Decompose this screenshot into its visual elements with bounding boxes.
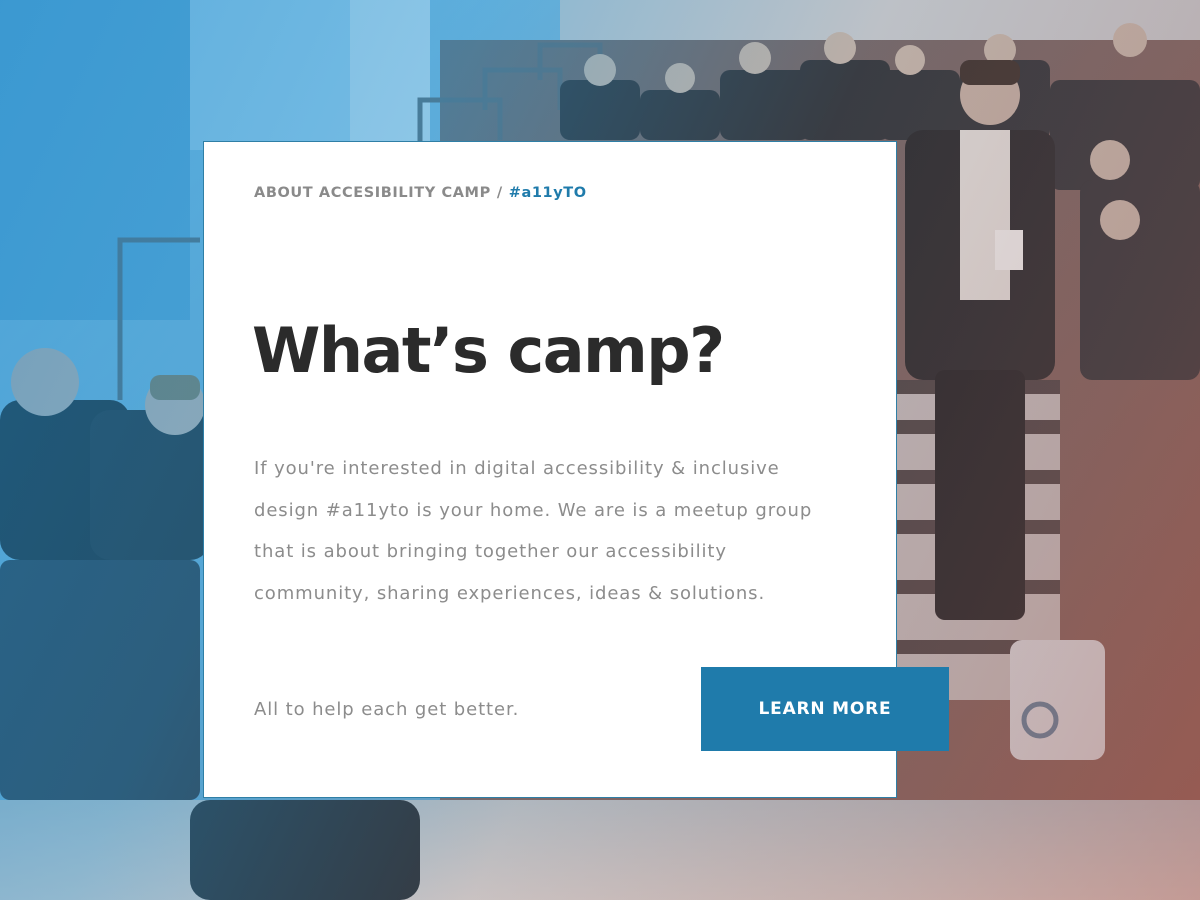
learn-more-button[interactable]: LEARN MORE — [701, 667, 949, 751]
page-title: What’s camp? — [252, 314, 725, 387]
tagline-text: All to help each get better. — [254, 699, 520, 720]
hero-section: ABOUT ACCESIBILITY CAMP / #a11yTO What’s c… — [0, 0, 1200, 900]
hashtag-link[interactable]: #a11yTO — [509, 185, 587, 201]
description-text: If you're interested in digital accessib… — [254, 458, 813, 604]
eyebrow-separator: / — [496, 185, 503, 201]
eyebrow: ABOUT ACCESIBILITY CAMP / #a11yTO — [254, 185, 587, 201]
eyebrow-label: ABOUT ACCESIBILITY CAMP — [254, 185, 491, 201]
